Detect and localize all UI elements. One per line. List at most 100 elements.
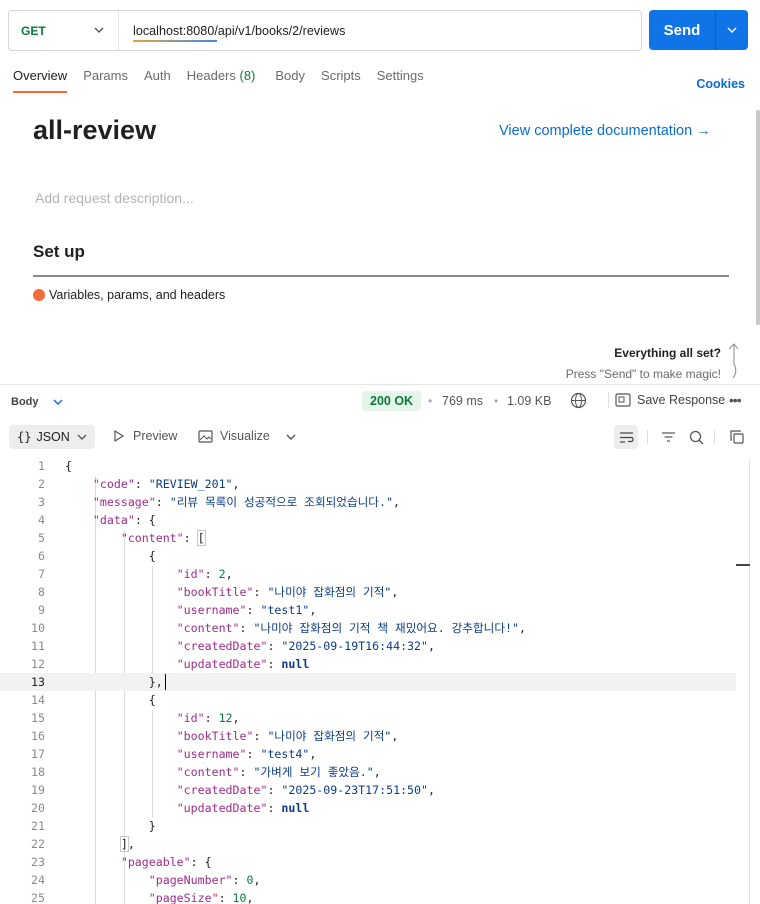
tab-params[interactable]: Params [83,68,128,93]
code-text: "bookTitle": "나미야 잡화점의 기적", [176,729,399,743]
code-line[interactable]: 13 }, [0,673,736,691]
save-response-button[interactable]: Save Response [608,392,725,408]
code-line[interactable]: 18 "content": "가벼게 보기 좋았음.", [0,763,736,781]
code-line[interactable]: 22 ], [0,835,736,853]
code-line[interactable]: 20 "updatedDate": null [0,799,736,817]
line-number: 8 [38,585,45,599]
curved-arrow-icon [728,343,739,379]
code-line[interactable]: 4 "data": { [0,511,736,529]
code-text: "createdDate": "2025-09-23T17:51:50", [176,783,435,797]
code-line[interactable]: 19 "createdDate": "2025-09-23T17:51:50", [0,781,736,799]
code-text: "data": { [92,513,156,527]
code-text: "pageNumber": 0, [148,873,261,887]
code-line[interactable]: 9 "username": "test1", [0,601,736,619]
code-line[interactable]: 21 } [0,817,736,835]
code-text: { [65,693,156,707]
line-number: 14 [31,693,45,707]
line-number: 9 [38,603,45,617]
code-line[interactable]: 17 "username": "test4", [0,745,736,763]
chevron-down-icon[interactable] [286,432,296,442]
visualize-button[interactable]: Visualize [198,429,270,443]
code-line[interactable]: 2 "code": "REVIEW_201", [0,475,736,493]
filter-button[interactable] [656,425,680,449]
tab-auth[interactable]: Auth [144,68,171,93]
code-line[interactable]: 5 "content": [ [0,529,736,547]
line-number: 7 [38,567,45,581]
code-text: "code": "REVIEW_201", [92,477,240,491]
code-line[interactable]: 12 "updatedDate": null [0,655,736,673]
code-line[interactable]: 16 "bookTitle": "나미야 잡화점의 기적", [0,727,736,745]
code-text: "content": "나미야 잡화점의 기적 책 재밌어요. 강추합니다!", [176,621,526,635]
response-time[interactable]: 769 ms [442,394,483,408]
line-number: 1 [38,459,45,473]
line-number: 11 [31,639,45,653]
code-line[interactable]: 23 "pageable": { [0,853,736,871]
code-line[interactable]: 25 "pageSize": 10, [0,889,736,904]
cookies-link[interactable]: Cookies [696,77,745,91]
save-icon [615,393,631,407]
allset-heading: Everything all set? [614,346,721,360]
send-button[interactable]: Send [649,10,748,50]
tab-scripts[interactable]: Scripts [321,68,361,93]
code-line[interactable]: 8 "bookTitle": "나미야 잡화점의 기적", [0,583,736,601]
globe-icon[interactable] [570,392,587,409]
chevron-down-icon [77,434,87,440]
code-line[interactable]: 15 "id": 12, [0,709,736,727]
code-text: "id": 2, [176,567,233,581]
code-text: "content": [ [120,530,206,546]
line-number: 5 [38,531,45,545]
response-body-select[interactable]: Body [11,396,63,408]
line-number: 3 [38,495,45,509]
code-text: "id": 12, [176,711,240,725]
tab-settings[interactable]: Settings [377,68,424,93]
code-scroll-thumb[interactable] [736,564,750,566]
send-label: Send [663,21,701,39]
response-code-viewer[interactable]: 1{2 "code": "REVIEW_201", 3 "message": "리… [0,456,736,904]
response-bar: Body 200 OK • 769 ms • 1.09 KB Save Resp… [0,384,760,418]
search-button[interactable] [684,425,708,449]
request-title[interactable]: all-review [33,115,156,146]
tab-headers[interactable]: Headers (8) [187,68,256,93]
preview-button[interactable]: Preview [113,429,177,443]
method-select[interactable]: GET [9,11,119,50]
url-input[interactable]: localhost:8080/api/v1/books/2/reviews [133,24,345,42]
wrap-lines-button[interactable] [614,425,638,449]
status-dot-icon [33,289,45,301]
code-line[interactable]: 10 "content": "나미야 잡화점의 기적 책 재밌어요. 강추합니다… [0,619,736,637]
line-number: 6 [38,549,45,563]
code-line[interactable]: 24 "pageNumber": 0, [0,871,736,889]
search-icon [689,430,703,444]
line-number: 13 [31,675,45,689]
documentation-link[interactable]: View complete documentation → [499,123,711,139]
code-line[interactable]: 6 { [0,547,736,565]
line-number: 22 [31,837,45,851]
more-options-icon[interactable]: ••• [729,392,742,408]
description-input[interactable]: Add request description... [35,190,194,206]
url-box: GET localhost:8080/api/v1/books/2/review… [8,10,642,51]
status-badge[interactable]: 200 OK [362,391,422,411]
code-line[interactable]: 3 "message": "리뷰 목록이 성공적으로 조회되었습니다.", [0,493,736,511]
code-line[interactable]: 14 { [0,691,736,709]
code-scrollbar[interactable] [749,458,750,904]
line-number: 15 [31,711,45,725]
text-cursor [165,674,166,690]
copy-button[interactable] [725,425,749,449]
format-select[interactable]: {} JSON [9,425,95,449]
overview-scrollbar[interactable] [756,110,760,325]
line-number: 25 [31,891,45,904]
tab-body[interactable]: Body [275,68,305,93]
code-line[interactable]: 1{ [0,457,736,475]
response-toolbar: {} JSON Preview Visualize [0,424,760,452]
code-line[interactable]: 7 "id": 2, [0,565,736,583]
code-text: ], [119,836,135,852]
image-icon [198,429,213,443]
response-size[interactable]: 1.09 KB [507,394,551,408]
filter-icon [661,432,675,442]
send-options-chevron-icon[interactable] [716,25,748,35]
code-text: "updatedDate": null [176,657,310,671]
wrap-icon [619,431,634,443]
line-number: 23 [31,855,45,869]
code-line[interactable]: 11 "createdDate": "2025-09-19T16:44:32", [0,637,736,655]
setup-item-variables[interactable]: Variables, params, and headers [33,288,225,302]
tab-overview[interactable]: Overview [13,68,68,93]
